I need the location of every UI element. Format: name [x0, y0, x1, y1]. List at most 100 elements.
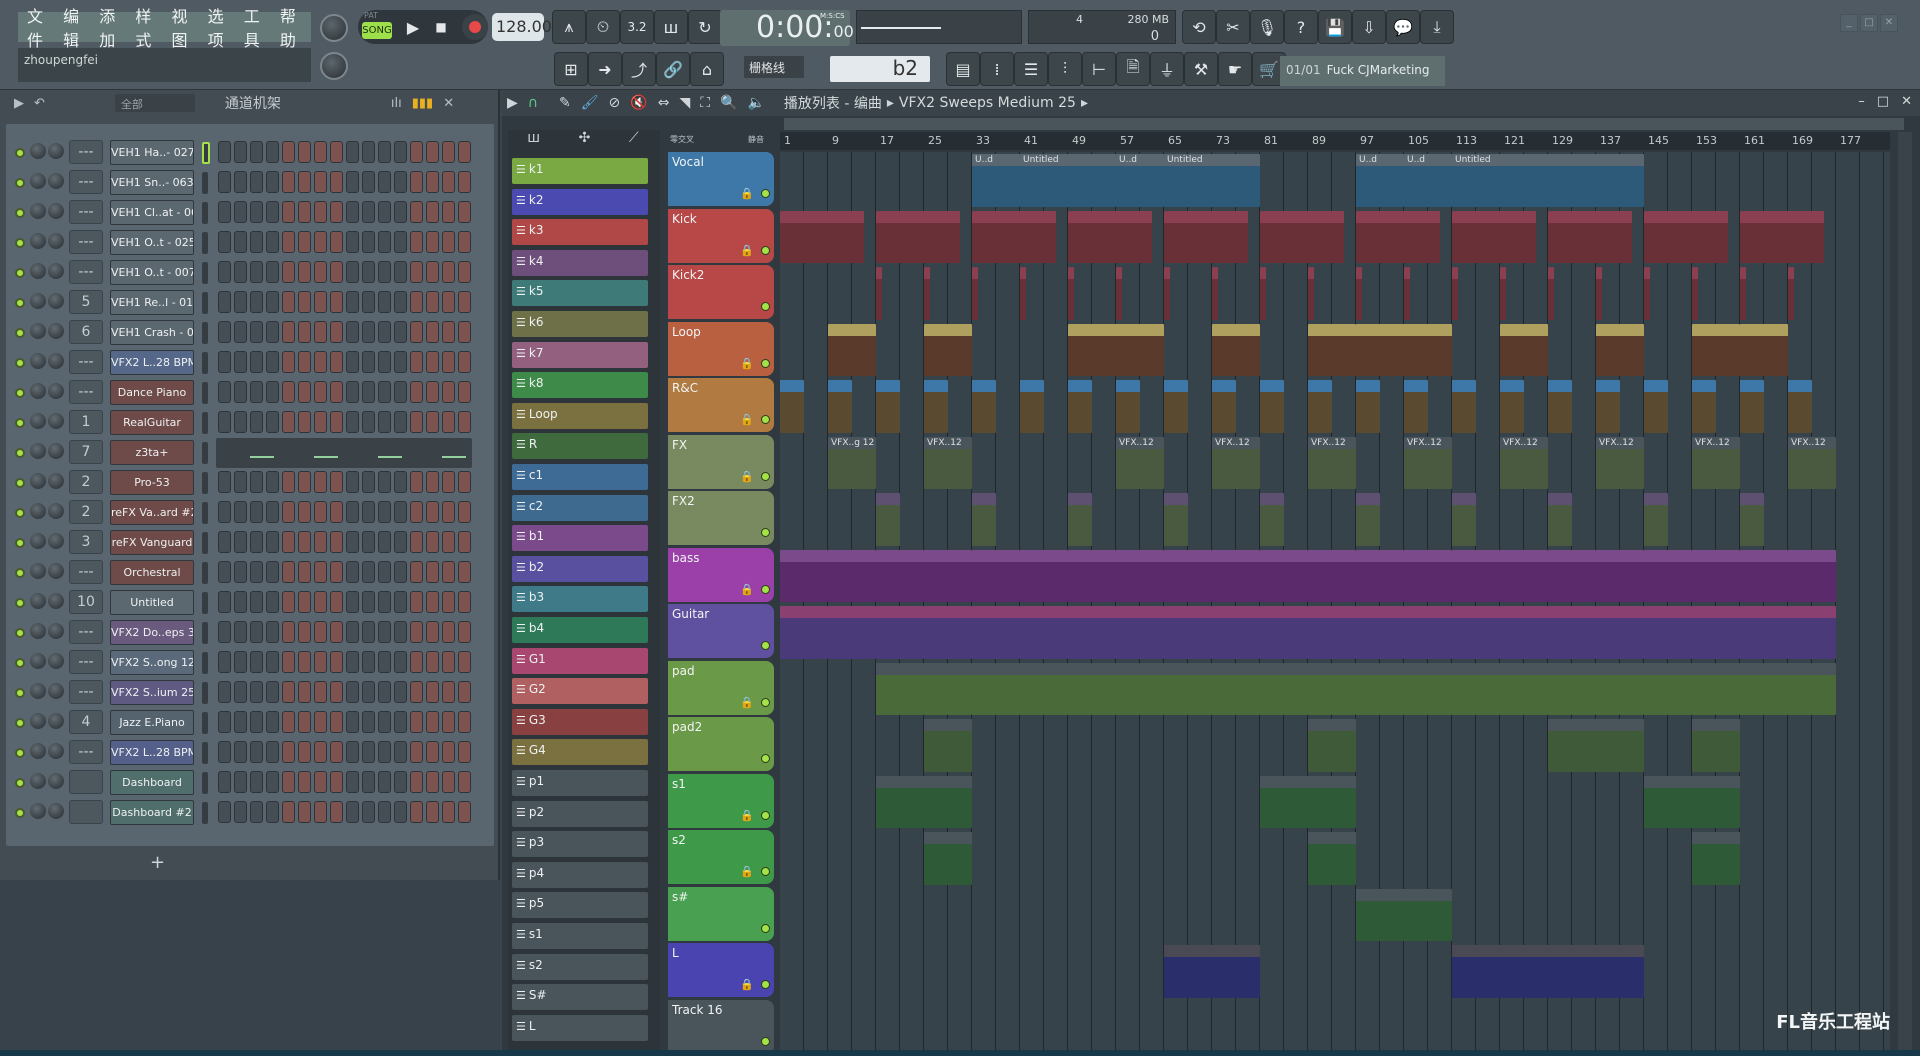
step-button[interactable]	[218, 501, 231, 523]
step-button[interactable]	[218, 321, 231, 343]
step-button[interactable]	[330, 471, 343, 493]
track-header[interactable]: s1 🔒	[668, 773, 774, 828]
playlist-clip[interactable]	[1596, 380, 1620, 433]
pattern-item[interactable]: ☰ L	[512, 1014, 648, 1041]
step-button[interactable]	[266, 531, 279, 553]
step-button[interactable]	[250, 621, 263, 643]
step-button[interactable]	[266, 171, 279, 193]
step-button[interactable]	[298, 741, 311, 763]
pencil-icon[interactable]: ✎	[559, 95, 571, 111]
channel-name-button[interactable]: Jazz E.Piano	[110, 710, 194, 735]
playlist-clip[interactable]	[1452, 549, 1500, 602]
step-button[interactable]	[378, 771, 391, 793]
step-button[interactable]	[378, 141, 391, 163]
channel-select[interactable]	[202, 412, 208, 434]
playlist-clip[interactable]	[1116, 549, 1164, 602]
playlist-clip[interactable]	[1644, 662, 1668, 715]
hand-icon[interactable]: ☛	[1218, 52, 1252, 86]
playlist-clip[interactable]: Untitled	[1164, 154, 1260, 207]
playlist-clip[interactable]	[780, 210, 864, 263]
step-button[interactable]	[458, 621, 471, 643]
step-button[interactable]	[250, 531, 263, 553]
channel-mute-led[interactable]	[15, 508, 25, 518]
playlist-clip[interactable]	[1572, 662, 1596, 715]
mixer-track-number[interactable]: ---	[69, 740, 103, 764]
step-button[interactable]	[218, 621, 231, 643]
step-button[interactable]	[234, 711, 247, 733]
step-button[interactable]	[282, 201, 295, 223]
volume-knob[interactable]	[30, 743, 46, 759]
step-button[interactable]	[234, 381, 247, 403]
menu-item[interactable]: 工具	[241, 3, 275, 51]
track-enable-led[interactable]	[761, 189, 770, 198]
step-button[interactable]	[458, 681, 471, 703]
step-button[interactable]	[234, 201, 247, 223]
pattern-item[interactable]: ☰ R	[512, 433, 648, 460]
step-button[interactable]	[426, 471, 439, 493]
export-icon[interactable]: ⇩	[1352, 10, 1386, 44]
playlist-clip[interactable]	[1308, 832, 1356, 885]
channel-select[interactable]	[202, 532, 208, 554]
step-button[interactable]	[250, 651, 263, 673]
track-enable-led[interactable]	[761, 697, 770, 707]
step-button[interactable]	[442, 741, 455, 763]
step-button[interactable]	[218, 741, 231, 763]
channel-select[interactable]	[202, 262, 208, 284]
pattern-item[interactable]: ☰ c2	[512, 494, 648, 521]
track-header[interactable]: FX 🔒	[668, 434, 774, 489]
playlist-clip[interactable]: U..d	[1404, 154, 1452, 207]
menu-item[interactable]: 样式	[132, 3, 166, 51]
wait-input-icon[interactable]: ⏲	[586, 10, 620, 44]
step-button[interactable]	[458, 471, 471, 493]
step-button[interactable]	[282, 771, 295, 793]
step-edit-icon[interactable]: ш	[654, 10, 688, 44]
step-button[interactable]	[330, 801, 343, 823]
playlist-clip[interactable]	[996, 662, 1020, 715]
step-button[interactable]	[458, 321, 471, 343]
step-button[interactable]	[298, 381, 311, 403]
channel-mute-led[interactable]	[15, 718, 25, 728]
step-button[interactable]	[442, 651, 455, 673]
step-button[interactable]	[314, 291, 327, 313]
step-button[interactable]	[282, 741, 295, 763]
playlist-clip[interactable]	[1548, 606, 1596, 659]
pattern-item[interactable]: ☰ k1	[512, 158, 648, 184]
step-button[interactable]	[378, 681, 391, 703]
step-button[interactable]	[378, 621, 391, 643]
step-button[interactable]	[250, 231, 263, 253]
pattern-item[interactable]: ☰ s1	[512, 923, 648, 949]
volume-knob[interactable]	[30, 143, 46, 159]
step-button[interactable]	[330, 411, 343, 433]
step-button[interactable]	[426, 591, 439, 613]
menu-item[interactable]: 编辑	[60, 3, 94, 51]
playlist-clip[interactable]	[1356, 267, 1362, 320]
playlist-clip[interactable]	[1740, 549, 1788, 602]
step-button[interactable]	[362, 621, 375, 643]
playlist-clip[interactable]	[1068, 549, 1116, 602]
step-button[interactable]	[442, 141, 455, 163]
channel-name-button[interactable]: VEH1 O..t - 007	[110, 260, 194, 285]
step-button[interactable]	[458, 801, 471, 823]
step-button[interactable]	[314, 621, 327, 643]
step-button[interactable]	[282, 471, 295, 493]
channel-name-button[interactable]: z3ta+	[110, 440, 194, 465]
channel-name-button[interactable]: reFX Vanguard	[110, 530, 194, 555]
song-info[interactable]: 01/01 Fuck CJMarketing	[1280, 56, 1445, 86]
step-button[interactable]	[314, 531, 327, 553]
track-header[interactable]: pad2	[668, 717, 774, 771]
playlist-clip[interactable]	[1020, 267, 1026, 320]
step-button[interactable]	[378, 561, 391, 583]
playlist-clip[interactable]	[1260, 210, 1344, 263]
playlist-clip[interactable]	[1116, 380, 1140, 433]
track-enable-led[interactable]	[761, 641, 770, 650]
channel-name-button[interactable]: Pro-53	[110, 470, 194, 495]
playlist-clip[interactable]	[1692, 549, 1740, 602]
mixer-icon[interactable]: ⫶	[1048, 52, 1082, 86]
volume-knob[interactable]	[30, 653, 46, 669]
tempo-field[interactable]: 128.000	[492, 13, 562, 41]
mixer-track-number[interactable]: 6	[69, 320, 103, 344]
step-button[interactable]	[410, 681, 423, 703]
step-button[interactable]	[458, 741, 471, 763]
step-button[interactable]	[250, 681, 263, 703]
playlist-clip[interactable]	[1260, 493, 1284, 546]
